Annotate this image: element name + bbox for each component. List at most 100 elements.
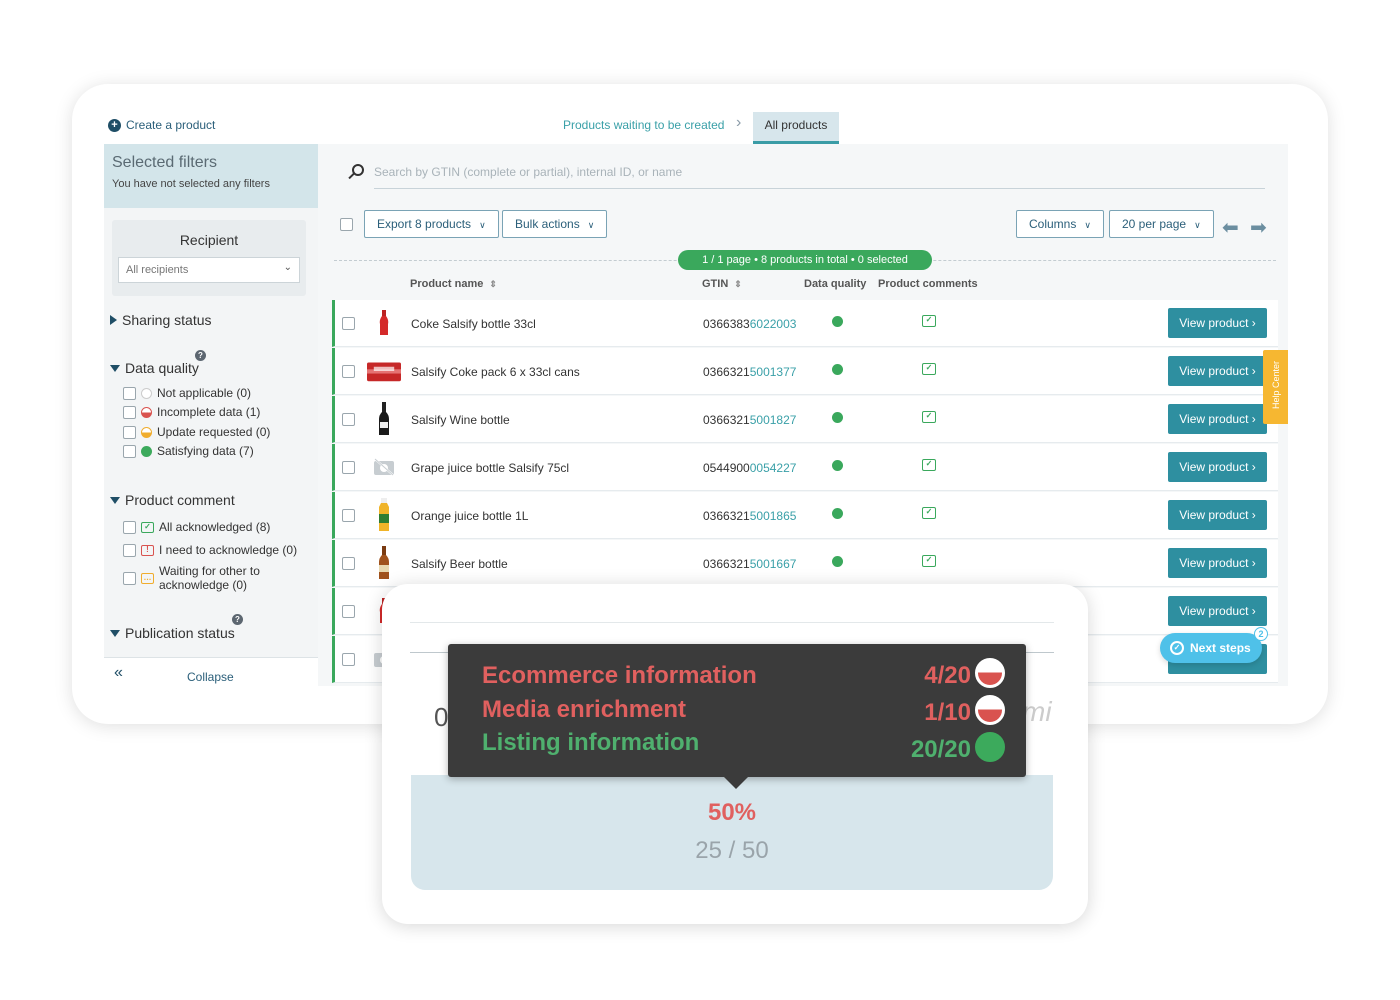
product-name: Grape juice bottle Salsify 75cl [411,461,570,475]
dq-option-satisfying[interactable]: Satisfying data (7) [123,444,254,458]
help-center-tab[interactable]: Help Center [1263,350,1288,424]
col-header-product-comments: Product comments [878,278,978,290]
recipient-select[interactable]: All recipients ⌄ [118,257,300,283]
col-header-gtin[interactable]: GTIN ⇕ [702,278,742,290]
help-icon[interactable]: ? [232,614,243,625]
view-product-button[interactable]: View product › [1168,548,1267,578]
tooltip-label: Media enrichment [482,696,687,723]
gtin-suffix: 6022003 [749,317,797,331]
row-checkbox[interactable] [342,605,355,618]
tooltip-label: Ecommerce information [482,662,757,689]
arrow-right-icon[interactable]: ➡ [1250,215,1267,240]
view-product-button[interactable]: View product › [1168,596,1267,626]
checkbox[interactable] [123,386,136,400]
publication-status-label: Publication status [125,625,235,641]
background-text: 0 [434,702,449,732]
product-gtin: 03663215001865 [703,509,796,523]
table-row[interactable]: Grape juice bottle Salsify 75cl 05449000… [332,444,1278,491]
view-product-button[interactable]: View product › [1168,452,1267,482]
export-label: Export 8 products [377,217,472,231]
chevron-down-icon: ∨ [1194,220,1201,230]
columns-button[interactable]: Columns ∨ [1016,210,1104,238]
table-row[interactable]: Coke Salsify bottle 33cl 03663836022003 … [332,300,1278,347]
checkbox[interactable] [123,425,136,439]
score-tooltip: Ecommerce information 4/20 Media enrichm… [448,644,1026,789]
export-button[interactable]: Export 8 products ∨ [364,210,499,238]
plus-icon: + [108,118,121,132]
checkbox[interactable] [123,571,136,585]
col-header-label: Product name [410,278,484,290]
quality-ok-icon [832,364,843,375]
product-thumbnail [367,354,401,388]
caret-down-icon [110,496,120,504]
table-row[interactable]: Salsify Wine bottle 03663215001827 ✓ Vie… [332,396,1278,443]
view-product-button[interactable]: View product › [1168,308,1267,338]
dq-option-not-applicable[interactable]: Not applicable (0) [123,386,251,400]
comment-check-icon: ✓ [922,315,936,327]
bulk-actions-button[interactable]: Bulk actions ∨ [502,210,608,238]
checkbox[interactable] [123,444,136,458]
row-checkbox[interactable] [342,653,355,666]
pc-option-waiting-other[interactable]: … Waiting for other to acknowledge (0) [123,564,260,592]
quality-update-icon [141,426,152,438]
double-chevron-left-icon: « [114,664,123,681]
row-checkbox[interactable] [342,317,355,330]
product-gtin: 03663215001827 [703,413,796,427]
selected-filters-panel: Selected filters You have not selected a… [104,144,318,208]
pc-option-all-acknowledged[interactable]: ✓ All acknowledged (8) [123,520,270,534]
sharing-status-label: Sharing status [122,312,212,328]
next-steps-button[interactable]: ✓ Next steps 2 [1160,627,1268,663]
select-all-checkbox[interactable] [340,218,353,231]
pc-option-need-acknowledge[interactable]: ! I need to acknowledge (0) [123,543,297,557]
row-checkbox[interactable] [342,365,355,378]
table-row[interactable]: Orange juice bottle 1L 03663215001865 ✓ … [332,492,1278,539]
checkbox[interactable] [123,405,136,419]
chevron-down-icon: ∨ [479,220,486,230]
per-page-select[interactable]: 20 per page ∨ [1109,210,1214,238]
row-checkbox[interactable] [342,509,355,522]
help-icon[interactable]: ? [195,350,206,361]
view-product-button[interactable]: View product › [1168,500,1267,530]
data-quality-toggle[interactable]: Data quality [110,360,199,376]
gtin-prefix: 0366321 [703,557,750,571]
row-checkbox[interactable] [342,557,355,570]
search-input[interactable]: Search by GTIN (complete or partial), in… [374,165,1265,189]
product-name: Salsify Wine bottle [411,413,510,427]
dq-option-update-requested[interactable]: Update requested (0) [123,425,270,439]
product-name: Salsify Coke pack 6 x 33cl cans [411,365,580,379]
row-checkbox[interactable] [342,413,355,426]
col-header-label: GTIN [702,278,729,290]
dq-option-incomplete[interactable]: Incomplete data (1) [123,405,260,419]
recipient-filter: Recipient All recipients ⌄ [112,220,306,296]
quality-satisfying-icon [141,445,152,457]
comment-check-icon: ✓ [922,459,936,471]
recipient-select-value: All recipients [126,264,189,276]
view-product-button[interactable]: View product › [1168,404,1267,434]
publication-status-toggle[interactable]: Publication status [110,625,235,641]
tab-all-products[interactable]: All products [753,112,839,144]
product-gtin: 03663215001667 [703,557,796,571]
view-product-button[interactable]: View product › [1168,356,1267,386]
comment-check-icon: ✓ [922,555,936,567]
gtin-suffix: 5001865 [749,509,797,523]
checkbox[interactable] [123,520,136,534]
help-center-label: Help Center [1271,360,1281,410]
tab-products-waiting[interactable]: Products waiting to be created [563,118,724,132]
table-row[interactable]: Salsify Beer bottle 03663215001667 ✓ Vie… [332,540,1278,587]
col-header-product-name[interactable]: Product name ⇕ [410,278,497,290]
arrow-left-icon[interactable]: ⬅ [1222,215,1239,240]
sharing-status-toggle[interactable]: Sharing status [110,312,212,328]
create-product-link[interactable]: + Create a product [108,118,215,132]
quality-satisfying-icon [975,732,1005,762]
product-comment-label: Product comment [125,492,235,508]
gtin-suffix: 5001377 [749,365,797,379]
row-checkbox[interactable] [342,461,355,474]
product-name: Salsify Beer bottle [411,557,508,571]
collapse-bar[interactable]: « Collapse [104,657,318,686]
gtin-prefix: 0366321 [703,509,750,523]
checkbox[interactable] [123,543,136,557]
product-thumbnail [367,546,401,580]
table-row[interactable]: Salsify Coke pack 6 x 33cl cans 03663215… [332,348,1278,395]
product-comment-toggle[interactable]: Product comment [110,492,235,508]
score-panel: 50% 25 / 50 [411,775,1053,890]
